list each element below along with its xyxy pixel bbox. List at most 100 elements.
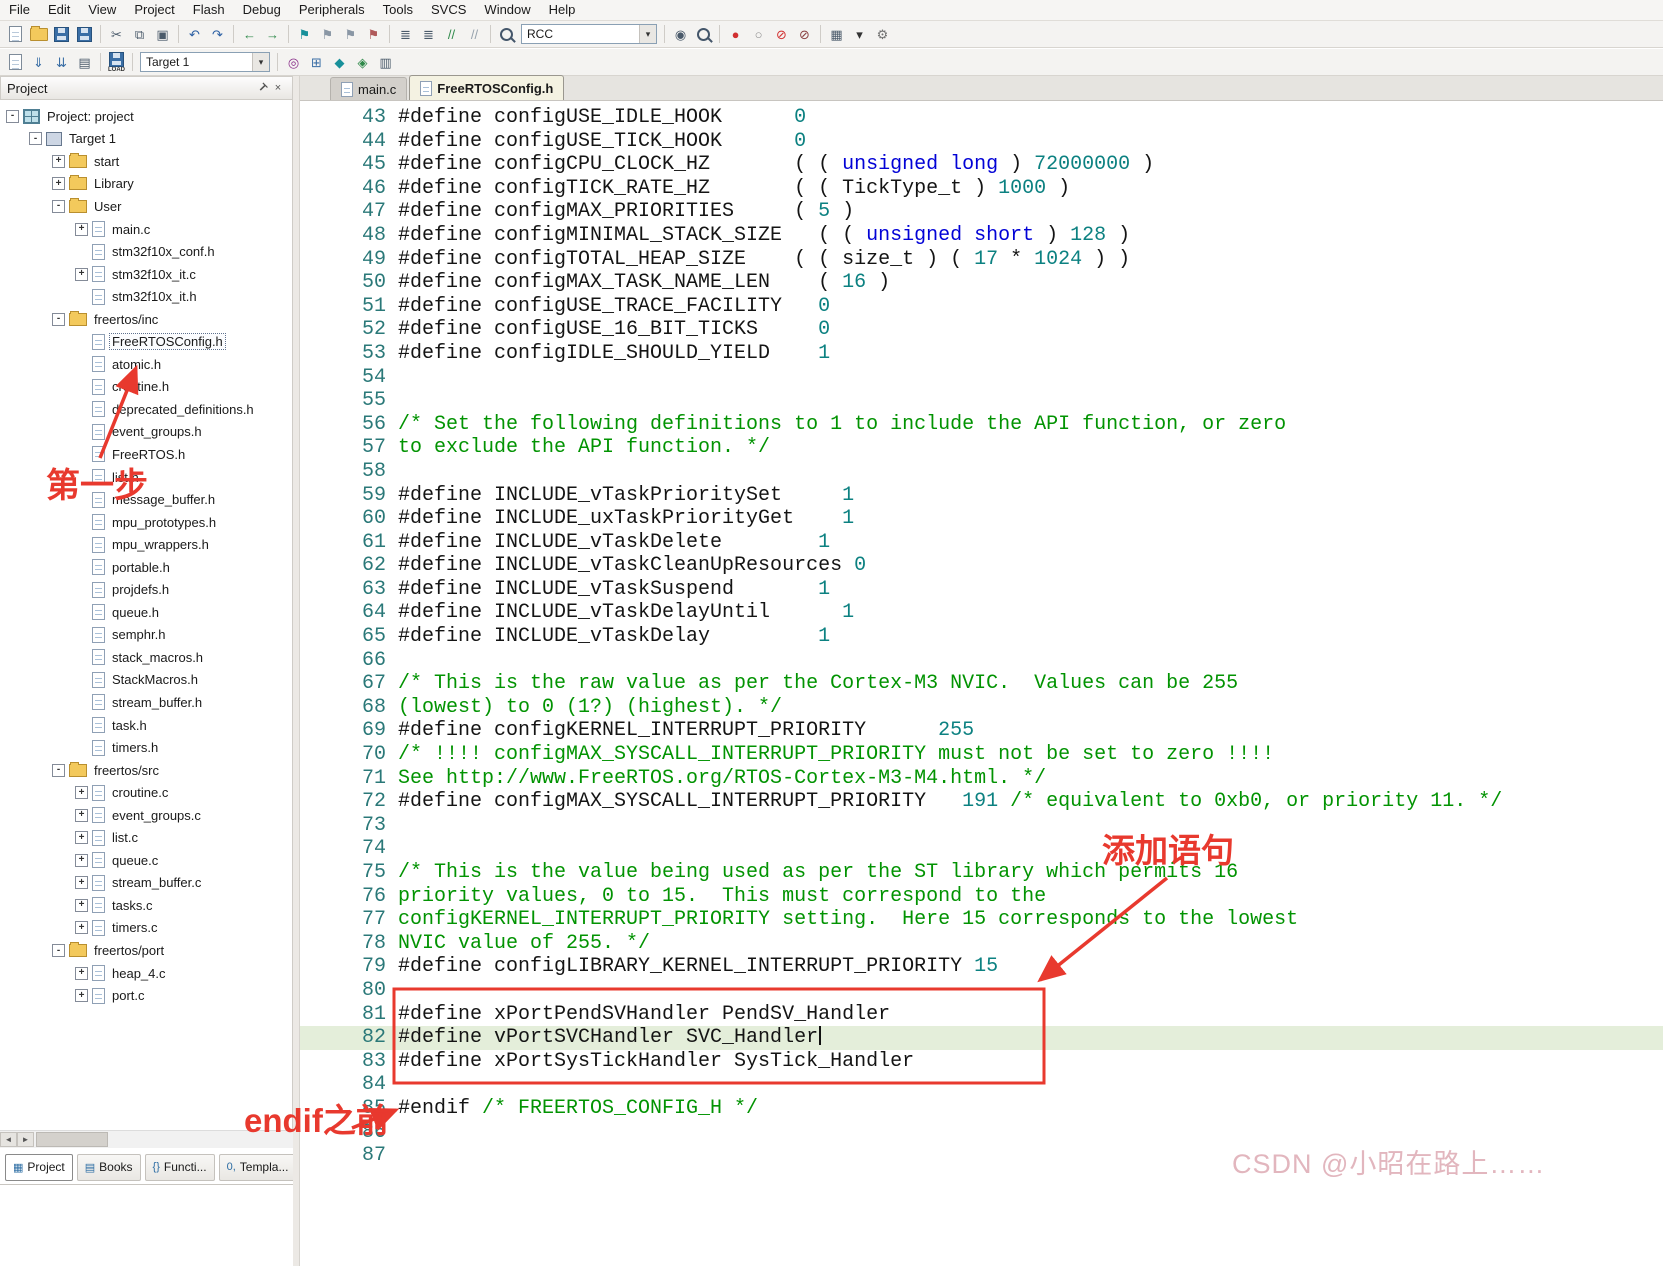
- menu-debug[interactable]: Debug: [234, 0, 290, 20]
- panel-splitter[interactable]: [293, 76, 300, 1266]
- menu-flash[interactable]: Flash: [184, 0, 234, 20]
- collapse-minus-icon[interactable]: -: [52, 312, 65, 326]
- nav-forward-button[interactable]: →: [262, 24, 283, 45]
- tree-item-heap-4-c[interactable]: + heap_4.c: [0, 962, 292, 985]
- collapse-minus-icon[interactable]: -: [52, 199, 65, 213]
- tree-item-port-c[interactable]: + port.c: [0, 984, 292, 1007]
- manage-runtime-env-button[interactable]: ◆: [329, 52, 350, 73]
- tree-item-list-h[interactable]: list.h: [0, 466, 292, 489]
- comment-button[interactable]: //: [441, 24, 462, 45]
- menu-tools[interactable]: Tools: [374, 0, 422, 20]
- collapse-minus-icon[interactable]: -: [29, 132, 42, 146]
- expand-plus-icon[interactable]: +: [75, 808, 88, 822]
- tree-item-event-groups-c[interactable]: + event_groups.c: [0, 804, 292, 827]
- scroll-right-button[interactable]: ►: [17, 1132, 34, 1147]
- tree-item-task-h[interactable]: task.h: [0, 714, 292, 737]
- bookmark-toggle-button[interactable]: ⚑: [294, 24, 315, 45]
- window-layout-arrow-button[interactable]: ▾: [849, 24, 870, 45]
- nav-back-button[interactable]: ←: [239, 24, 260, 45]
- uncomment-button[interactable]: //: [464, 24, 485, 45]
- target-select-arrow-icon[interactable]: ▾: [252, 53, 269, 71]
- tree-item-freertosconfig-h[interactable]: FreeRTOSConfig.h: [0, 330, 292, 353]
- download-button[interactable]: LOAD: [106, 51, 127, 73]
- menu-help[interactable]: Help: [540, 0, 585, 20]
- menu-window[interactable]: Window: [475, 0, 539, 20]
- code-editor[interactable]: 43 #define configUSE_IDLE_HOOK 0 44 #define…: [300, 101, 1663, 1185]
- find-combo-arrow-icon[interactable]: ▾: [639, 25, 656, 43]
- tree-item-semphr-h[interactable]: semphr.h: [0, 624, 292, 647]
- collapse-minus-icon[interactable]: -: [52, 763, 65, 777]
- window-layout-button[interactable]: ▦: [826, 24, 847, 45]
- menu-svcs[interactable]: SVCS: [422, 0, 475, 20]
- bottom-tab-templa[interactable]: 0, Templa...: [218, 1153, 297, 1181]
- expand-plus-icon[interactable]: +: [75, 898, 88, 912]
- pin-icon[interactable]: T: [254, 80, 270, 96]
- new-file-button[interactable]: [5, 24, 26, 45]
- expand-plus-icon[interactable]: +: [75, 876, 88, 890]
- tree-item-project-project[interactable]: - Project: project: [0, 105, 292, 128]
- expand-plus-icon[interactable]: +: [52, 154, 65, 168]
- save-button[interactable]: [51, 24, 72, 45]
- scroll-left-button[interactable]: ◄: [0, 1132, 17, 1147]
- options-for-target-button[interactable]: ◎: [283, 52, 304, 73]
- search-button[interactable]: [693, 24, 714, 45]
- bookmark-next-button[interactable]: ⚑: [340, 24, 361, 45]
- tab-main-c[interactable]: main.c: [330, 77, 408, 100]
- tree-item-message-buffer-h[interactable]: message_buffer.h: [0, 488, 292, 511]
- menu-edit[interactable]: Edit: [39, 0, 79, 20]
- configuration-button[interactable]: ⚙: [872, 24, 893, 45]
- translate-button[interactable]: [5, 52, 26, 73]
- save-all-button[interactable]: [74, 24, 95, 45]
- redo-button[interactable]: ↷: [207, 24, 228, 45]
- expand-plus-icon[interactable]: +: [75, 853, 88, 867]
- tree-item-stm32f10x-it-c[interactable]: + stm32f10x_it.c: [0, 263, 292, 286]
- tree-horizontal-scrollbar[interactable]: ◄ ►: [0, 1130, 293, 1148]
- tree-item-queue-c[interactable]: + queue.c: [0, 849, 292, 872]
- tree-item-projdefs-h[interactable]: projdefs.h: [0, 578, 292, 601]
- expand-plus-icon[interactable]: +: [75, 989, 88, 1003]
- find-combo[interactable]: RCC ▾: [521, 24, 657, 44]
- tree-item-croutine-c[interactable]: + croutine.c: [0, 781, 292, 804]
- find-in-files-button[interactable]: ◉: [670, 24, 691, 45]
- paste-button[interactable]: ▣: [152, 24, 173, 45]
- tree-item-target-1[interactable]: - Target 1: [0, 128, 292, 151]
- tree-item-stm32f10x-conf-h[interactable]: stm32f10x_conf.h: [0, 240, 292, 263]
- bottom-tab-project[interactable]: ▦ Project: [5, 1153, 73, 1181]
- tree-item-deprecated-definitions-h[interactable]: deprecated_definitions.h: [0, 398, 292, 421]
- tree-item-stackmacros-h[interactable]: StackMacros.h: [0, 669, 292, 692]
- expand-plus-icon[interactable]: +: [75, 921, 88, 935]
- expand-plus-icon[interactable]: +: [75, 966, 88, 980]
- tree-item-stack-macros-h[interactable]: stack_macros.h: [0, 646, 292, 669]
- close-icon[interactable]: ×: [270, 80, 286, 96]
- tree-item-user[interactable]: - User: [0, 195, 292, 218]
- expand-plus-icon[interactable]: +: [75, 831, 88, 845]
- menu-file[interactable]: File: [0, 0, 39, 20]
- tree-item-atomic-h[interactable]: atomic.h: [0, 353, 292, 376]
- collapse-minus-icon[interactable]: -: [52, 944, 65, 957]
- tree-item-freertos-port[interactable]: - freertos/port: [0, 939, 292, 962]
- bottom-tab-functi[interactable]: {} Functi...: [144, 1153, 215, 1181]
- pack-installer-button[interactable]: ◈: [352, 52, 373, 73]
- tree-item-croutine-h[interactable]: croutine.h: [0, 376, 292, 399]
- bottom-tab-books[interactable]: ▤ Books: [76, 1153, 141, 1181]
- manage-project-items-button[interactable]: ⊞: [306, 52, 327, 73]
- expand-plus-icon[interactable]: +: [75, 222, 88, 236]
- menu-peripherals[interactable]: Peripherals: [290, 0, 374, 20]
- copy-button[interactable]: ⧉: [129, 24, 150, 45]
- collapse-minus-icon[interactable]: -: [6, 109, 19, 123]
- undo-button[interactable]: ↶: [184, 24, 205, 45]
- tree-item-freertos-src[interactable]: - freertos/src: [0, 759, 292, 782]
- tree-item-stream-buffer-c[interactable]: + stream_buffer.c: [0, 872, 292, 895]
- tree-item-timers-c[interactable]: + timers.c: [0, 917, 292, 940]
- tree-item-stream-buffer-h[interactable]: stream_buffer.h: [0, 691, 292, 714]
- tree-item-library[interactable]: + Library: [0, 173, 292, 196]
- build-button[interactable]: ⇓: [28, 52, 49, 73]
- tree-item-timers-h[interactable]: timers.h: [0, 736, 292, 759]
- cut-button[interactable]: ✂: [106, 24, 127, 45]
- menu-project[interactable]: Project: [125, 0, 183, 20]
- open-file-button[interactable]: [28, 24, 49, 45]
- tree-item-start[interactable]: + start: [0, 150, 292, 173]
- indent-left-button[interactable]: ≣: [395, 24, 416, 45]
- scrollbar-thumb[interactable]: [36, 1132, 108, 1147]
- bookmark-prev-button[interactable]: ⚑: [317, 24, 338, 45]
